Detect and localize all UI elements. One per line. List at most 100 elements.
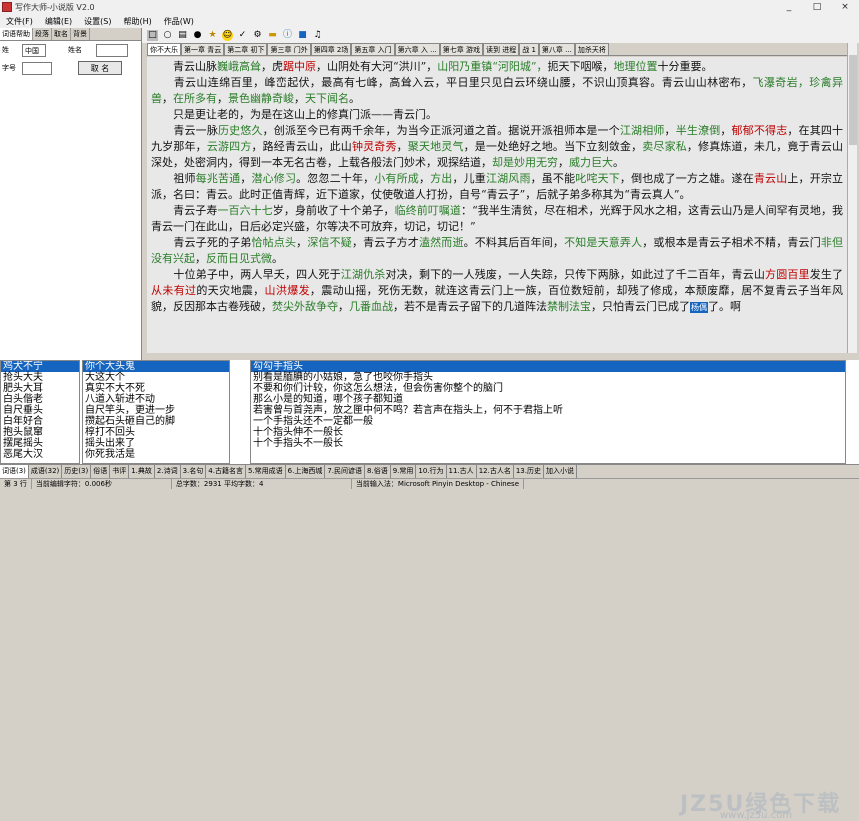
check-icon[interactable]: ✓ xyxy=(237,30,248,41)
word-list-item[interactable]: 自尺垂头 xyxy=(1,405,79,416)
idiom-list-item[interactable]: 椁打不回头 xyxy=(83,427,229,438)
bottom-tab[interactable]: 书评 xyxy=(110,465,130,478)
bottom-tab[interactable]: 1.典故 xyxy=(129,465,155,478)
phrase-list-item[interactable]: 那么小是的知道，哪个孩子都知道 xyxy=(251,394,845,405)
doc-tab[interactable]: 加杀天将 xyxy=(574,43,609,55)
word-list-item[interactable]: 抢头大夫 xyxy=(1,372,79,383)
phrase-list-item[interactable]: 不要和你们计较，你这怎么想法，但会伤害你整个的脑门 xyxy=(251,383,845,394)
fullname-field[interactable] xyxy=(96,43,128,57)
smile-icon[interactable]: ☺ xyxy=(222,30,233,41)
doc-tab[interactable]: 第四章 2场 xyxy=(310,43,352,55)
minimize-button[interactable]: _ xyxy=(775,0,803,14)
bottom-tab[interactable]: 8.俗语 xyxy=(365,465,391,478)
bottom-tab[interactable]: 11.古人 xyxy=(447,465,477,478)
sound-icon[interactable]: ♫ xyxy=(312,30,323,41)
bottom-tab[interactable]: 成语(32) xyxy=(29,465,63,478)
bottom-tab[interactable]: 5.常用成语 xyxy=(246,465,286,478)
idiom-list-item[interactable]: 你个大头鬼 xyxy=(83,361,229,372)
menu-help[interactable]: 帮助(H) xyxy=(117,16,157,27)
text-run: 。 xyxy=(349,92,360,105)
text-run: 青云一脉 xyxy=(151,124,218,137)
text-run: ， xyxy=(195,252,206,265)
maximize-button[interactable]: □ xyxy=(803,0,831,14)
editor-scrollbar[interactable] xyxy=(847,43,857,353)
bottom-tab[interactable]: 4.古籍名言 xyxy=(206,465,246,478)
new-icon[interactable]: □ xyxy=(147,30,158,41)
settings-icon[interactable]: ⚙ xyxy=(252,30,263,41)
toolbar: □ ○ ▤ ● ★ ☺ ✓ ⚙ ▬ ⓘ ■ ♫ xyxy=(142,28,859,43)
idiom-list-item[interactable]: 摇头出来了 xyxy=(83,438,229,449)
doc-tab[interactable]: 第五章 入门 xyxy=(351,43,395,55)
phrase-list-item[interactable]: 勾勾手指头 xyxy=(251,361,845,372)
tab-word-help[interactable]: 词语帮助 xyxy=(0,28,33,40)
word-list-item[interactable]: 摆尾摇头 xyxy=(1,438,79,449)
text-run: ，虽不能 xyxy=(530,172,576,185)
bottom-tab[interactable]: 12.古人名 xyxy=(477,465,514,478)
text-run: ， xyxy=(217,92,228,105)
doc-tab[interactable]: 第七章 游戏 xyxy=(439,43,483,55)
idiom-list-item[interactable]: 真实不大不死 xyxy=(83,383,229,394)
tab-paragraph[interactable]: 段落 xyxy=(33,28,52,40)
stop-icon[interactable]: ■ xyxy=(297,30,308,41)
idiom-list-item[interactable]: 大这大个 xyxy=(83,372,229,383)
scrollbar-thumb[interactable] xyxy=(849,55,857,145)
bottom-tab[interactable]: 2.诗词 xyxy=(155,465,181,478)
idiom-list-item[interactable]: 你死我活是 xyxy=(83,449,229,460)
doc-tab[interactable]: 第八章 ... xyxy=(538,43,575,55)
doc-tab[interactable]: 第二章 初下 xyxy=(224,43,268,55)
find-icon[interactable]: ● xyxy=(192,30,203,41)
open-icon[interactable]: ○ xyxy=(162,30,173,41)
menu-settings[interactable]: 设置(S) xyxy=(78,16,117,27)
doc-tab[interactable]: 第三章 门外 xyxy=(267,43,311,55)
save-icon[interactable]: ▤ xyxy=(177,30,188,41)
phrase-list-item[interactable]: 若害曾与首尧声，放之匣中何不鸣？若言声在指头上，何不于君指上听 xyxy=(251,405,845,416)
bottom-tab[interactable]: 13.历史 xyxy=(514,465,544,478)
tab-background[interactable]: 背景 xyxy=(71,28,90,40)
word-list-item[interactable]: 白头偕老 xyxy=(1,394,79,405)
idiom-list-item[interactable]: 八道入斩进不动 xyxy=(83,394,229,405)
bottom-tab[interactable]: 3.名句 xyxy=(181,465,207,478)
doc-tab[interactable]: 读到 进程 xyxy=(483,43,520,55)
generate-name-button[interactable]: 取 名 xyxy=(78,61,122,75)
bottom-tab[interactable]: 俗语 xyxy=(91,465,111,478)
folder-icon[interactable]: ▬ xyxy=(267,30,278,41)
highlighted-phrase: 禁制法宝 xyxy=(547,300,591,313)
tab-naming[interactable]: 取名 xyxy=(52,28,71,40)
menu-edit[interactable]: 编辑(E) xyxy=(39,16,78,27)
idiom-list[interactable]: 你个大头鬼 大这大个 真实不大不死 八道入斩进不动 自尺竿头，更进一步 攒起石头砸自己的脚… xyxy=(82,360,230,464)
menu-file[interactable]: 文件(F) xyxy=(0,16,39,27)
phrase-list-item[interactable]: 一个手指头还不一定都一般 xyxy=(251,416,845,427)
bottom-tab[interactable]: 9.常用 xyxy=(391,465,417,478)
word-list-item[interactable]: 抱头鼠窜 xyxy=(1,427,79,438)
bottom-tab[interactable]: 7.民间谚语 xyxy=(325,465,366,478)
phrase-list-item[interactable]: 别看是腼腆的小姑娘，急了也咬你手指头 xyxy=(251,372,845,383)
bottom-tab[interactable]: 加入小说 xyxy=(544,465,577,478)
word-list[interactable]: 鸡犬不宁 抢头大夫 肥头大耳 白头偕老 自尺垂头 白年好合 抱头鼠窜 摆尾摇头 恶尾大汉 xyxy=(0,360,80,464)
idiom-list-item[interactable]: 攒起石头砸自己的脚 xyxy=(83,416,229,427)
left-panel-tabs: 词语帮助 段落 取名 背景 xyxy=(0,28,141,41)
bottom-tab[interactable]: 词语(3) xyxy=(0,465,29,478)
word-list-item[interactable]: 恶尾大汉 xyxy=(1,449,79,460)
idiom-list-item[interactable]: 自尺竿头，更进一步 xyxy=(83,405,229,416)
bottom-tab[interactable]: 6.上海西城 xyxy=(286,465,326,478)
close-button[interactable]: × xyxy=(831,0,859,14)
text-run: 祖师 xyxy=(151,172,196,185)
phrase-list-item[interactable]: 十个手指头不一般长 xyxy=(251,438,845,449)
word-list-item[interactable]: 肥头大耳 xyxy=(1,383,79,394)
bottom-tab[interactable]: 历史(3) xyxy=(62,465,92,478)
text-editor[interactable]: 青云山脉巍峨高耸，虎踞中原，山阴处有大河“洪川”，山阳乃重镇“河阳城”，扼天下咽… xyxy=(147,57,847,353)
doc-tab[interactable]: 你不大乐 xyxy=(147,43,181,55)
phrase-list-item[interactable]: 十个指头伸不一般长 xyxy=(251,427,845,438)
style-name-field[interactable] xyxy=(22,61,52,75)
doc-tab[interactable]: 第六章 入 ... xyxy=(394,43,440,55)
phrase-list[interactable]: 勾勾手指头 别看是腼腆的小姑娘，急了也咬你手指头 不要和你们计较，你这怎么想法，但会… xyxy=(250,360,846,464)
word-list-item[interactable]: 白年好合 xyxy=(1,416,79,427)
doc-tab[interactable]: 第一章 青云 xyxy=(181,43,225,55)
menu-works[interactable]: 作品(W) xyxy=(158,16,200,27)
info-icon[interactable]: ⓘ xyxy=(282,30,293,41)
doc-tab[interactable]: 战 1 xyxy=(519,43,539,55)
bottom-tab[interactable]: 10.行为 xyxy=(416,465,447,478)
nation-field[interactable]: 中国 xyxy=(22,43,46,57)
word-list-item[interactable]: 鸡犬不宁 xyxy=(1,361,79,372)
star-icon[interactable]: ★ xyxy=(207,30,218,41)
